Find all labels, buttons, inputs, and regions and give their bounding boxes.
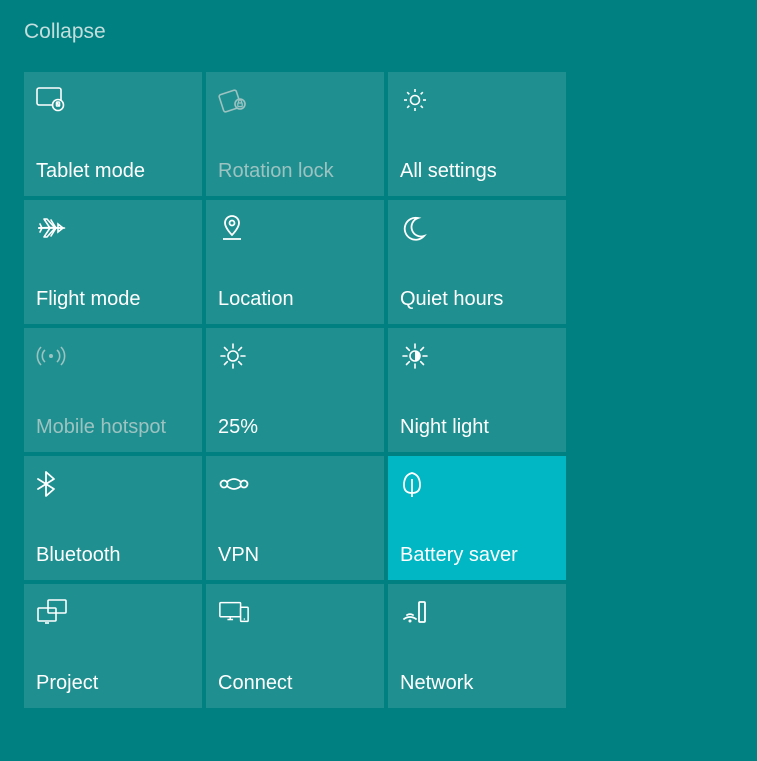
tile-connect[interactable]: Connect xyxy=(206,584,384,708)
tile-label: 25% xyxy=(218,416,372,438)
tile-label: Connect xyxy=(218,672,372,694)
rotation-lock-icon xyxy=(218,84,250,116)
tile-label: Location xyxy=(218,288,372,310)
project-screens-icon xyxy=(36,596,68,628)
tile-project[interactable]: Project xyxy=(24,584,202,708)
tile-location[interactable]: Location xyxy=(206,200,384,324)
tile-label: Network xyxy=(400,672,554,694)
connect-devices-icon xyxy=(218,596,250,628)
tile-label: Night light xyxy=(400,416,554,438)
tile-label: Tablet mode xyxy=(36,160,190,182)
tile-label: Quiet hours xyxy=(400,288,554,310)
tile-tablet-mode[interactable]: Tablet mode xyxy=(24,72,202,196)
tile-label: All settings xyxy=(400,160,554,182)
hotspot-icon xyxy=(36,340,68,372)
tile-network[interactable]: Network xyxy=(388,584,566,708)
tile-label: Project xyxy=(36,672,190,694)
tile-label: Battery saver xyxy=(400,544,554,566)
tile-vpn[interactable]: VPN xyxy=(206,456,384,580)
tile-night-light[interactable]: Night light xyxy=(388,328,566,452)
tile-rotation-lock: Rotation lock xyxy=(206,72,384,196)
vpn-icon xyxy=(218,468,250,500)
tile-brightness[interactable]: 25% xyxy=(206,328,384,452)
tile-label: VPN xyxy=(218,544,372,566)
tile-quiet-hours[interactable]: Quiet hours xyxy=(388,200,566,324)
collapse-link[interactable]: Collapse xyxy=(24,20,106,44)
tile-battery-saver[interactable]: Battery saver xyxy=(388,456,566,580)
tile-bluetooth[interactable]: Bluetooth xyxy=(24,456,202,580)
airplane-icon xyxy=(36,212,68,244)
location-pin-icon xyxy=(218,212,250,244)
night-light-icon xyxy=(400,340,432,372)
tile-flight-mode[interactable]: Flight mode xyxy=(24,200,202,324)
tile-label: Rotation lock xyxy=(218,160,372,182)
tile-mobile-hotspot: Mobile hotspot xyxy=(24,328,202,452)
settings-gear-icon xyxy=(400,84,432,116)
tile-label: Bluetooth xyxy=(36,544,190,566)
tile-label: Flight mode xyxy=(36,288,190,310)
quick-actions-grid: Tablet mode Rotation lock xyxy=(24,72,733,708)
network-wifi-icon xyxy=(400,596,432,628)
moon-icon xyxy=(400,212,432,244)
battery-saver-leaf-icon xyxy=(400,468,432,500)
tile-all-settings[interactable]: All settings xyxy=(388,72,566,196)
tablet-mode-icon xyxy=(36,84,68,116)
tile-label: Mobile hotspot xyxy=(36,416,190,438)
brightness-icon xyxy=(218,340,250,372)
bluetooth-icon xyxy=(36,468,68,500)
